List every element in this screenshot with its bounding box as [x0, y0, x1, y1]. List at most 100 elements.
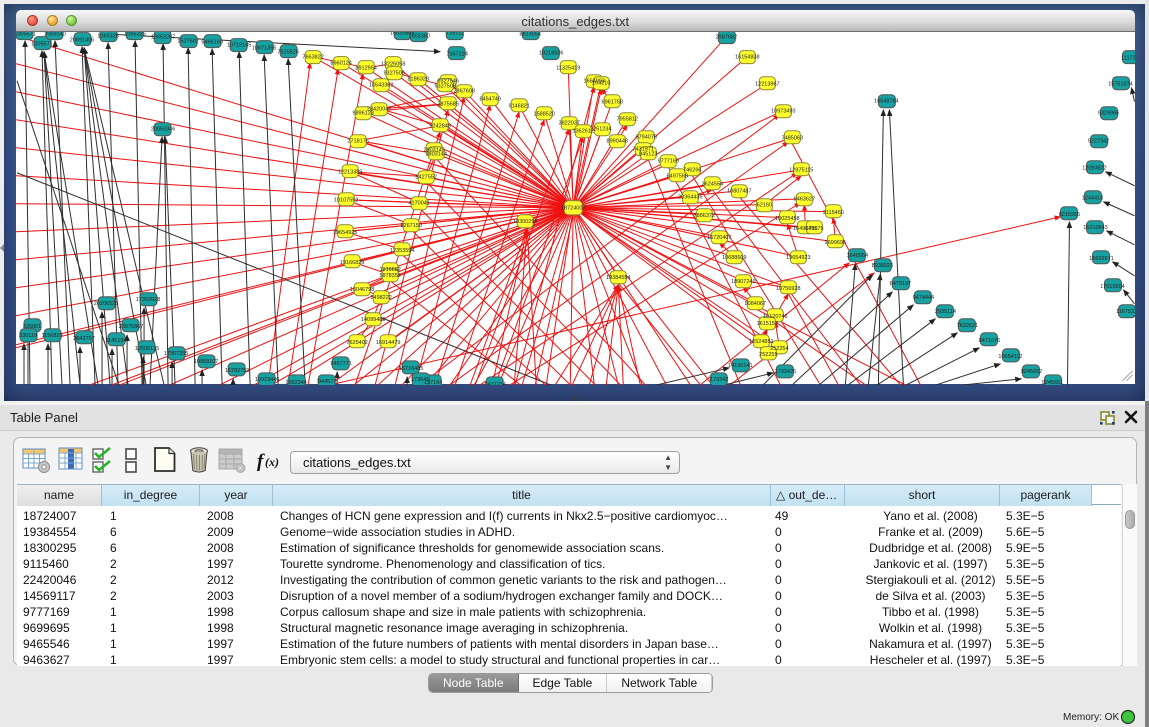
svg-text:12975115: 12975115	[789, 167, 813, 173]
svg-text:20364436: 20364436	[678, 194, 702, 200]
svg-text:7515526: 7515526	[277, 49, 298, 55]
svg-text:10120746: 10120746	[763, 313, 787, 319]
svg-text:10653267: 10653267	[151, 34, 175, 40]
svg-text:1092344: 1092344	[285, 379, 306, 384]
svg-text:3875685: 3875685	[437, 101, 458, 107]
svg-text:9457771: 9457771	[330, 360, 351, 366]
svg-text:10807487: 10807487	[727, 188, 751, 194]
svg-text:16782759: 16782759	[225, 367, 249, 373]
svg-text:1527602: 1527602	[177, 38, 198, 44]
svg-text:8454749: 8454749	[480, 96, 501, 102]
svg-text:3624554: 3624554	[702, 181, 723, 187]
svg-text:1156829: 1156829	[42, 332, 63, 338]
svg-text:944577: 944577	[318, 378, 336, 384]
svg-text:8990448: 8990448	[607, 138, 628, 144]
svg-text:14099489: 14099489	[361, 316, 385, 322]
svg-text:173342: 173342	[710, 376, 728, 382]
svg-text:6794078: 6794078	[636, 134, 657, 140]
svg-text:104210: 104210	[592, 80, 610, 86]
svg-text:17016504: 17016504	[1100, 283, 1124, 289]
svg-text:20691406: 20691406	[70, 37, 94, 43]
svg-text:17957255: 17957255	[164, 350, 188, 356]
svg-text:18724007: 18724007	[561, 205, 585, 211]
svg-text:1733426: 1733426	[775, 368, 796, 374]
svg-text:735722: 735722	[446, 32, 464, 37]
svg-text:1167533: 1167533	[1116, 308, 1135, 314]
svg-text:15720407: 15720407	[707, 234, 731, 240]
svg-text:10025458: 10025458	[775, 215, 799, 221]
svg-text:16543362: 16543362	[369, 82, 393, 88]
svg-text:9245652: 9245652	[1021, 368, 1042, 374]
svg-text:1362612: 1362612	[573, 128, 594, 134]
svg-text:9777169: 9777169	[658, 158, 679, 164]
svg-text:1065326: 1065326	[97, 33, 118, 39]
svg-text:12093822: 12093822	[1082, 165, 1106, 171]
svg-text:12353594: 12353594	[390, 247, 414, 253]
svg-text:1244413: 1244413	[1082, 195, 1103, 201]
svg-text:10923446: 10923446	[255, 376, 279, 382]
svg-text:10107552: 10107552	[334, 197, 358, 203]
svg-text:8267150: 8267150	[400, 222, 421, 228]
svg-text:9227342: 9227342	[1088, 138, 1109, 144]
svg-text:2867608: 2867608	[453, 88, 474, 94]
svg-text:7886372: 7886372	[694, 212, 715, 218]
svg-text:19218506: 19218506	[539, 50, 563, 56]
svg-text:8186328: 8186328	[407, 76, 428, 82]
svg-text:62160: 62160	[757, 202, 772, 208]
svg-text:1005571: 1005571	[16, 32, 36, 38]
svg-text:10973493: 10973493	[771, 108, 795, 114]
svg-text:13226058: 13226058	[381, 61, 405, 67]
svg-text:9896123: 9896123	[352, 110, 373, 116]
svg-text:8215955: 8215955	[1059, 211, 1080, 217]
svg-text:8427552: 8427552	[415, 174, 436, 180]
svg-text:15692971: 15692971	[1089, 255, 1113, 261]
svg-text:19654923: 19654923	[786, 254, 810, 260]
svg-text:11325419: 11325419	[556, 65, 580, 71]
svg-text:7663822: 7663822	[302, 54, 323, 60]
svg-text:f: f	[257, 451, 265, 472]
svg-text:15751074: 15751074	[1108, 81, 1132, 87]
svg-text:6961758: 6961758	[602, 99, 623, 105]
svg-text:14136141: 14136141	[728, 362, 752, 368]
svg-text:9699695: 9699695	[825, 239, 846, 245]
svg-text:9463627: 9463627	[794, 196, 815, 202]
svg-text:1065326: 1065326	[124, 32, 145, 38]
svg-text:8938923: 8938923	[872, 262, 893, 268]
svg-text:19384554: 19384554	[606, 274, 630, 280]
svg-text:7357224: 7357224	[446, 51, 467, 57]
svg-text:1005571: 1005571	[31, 41, 52, 47]
svg-text:9115460: 9115460	[823, 209, 844, 215]
svg-text:16046798: 16046798	[350, 286, 374, 292]
svg-text:9329966: 9329966	[1098, 110, 1119, 116]
svg-text:173645: 173645	[411, 376, 429, 382]
svg-text:1640954: 1640954	[847, 252, 868, 258]
svg-text:(x): (x)	[265, 455, 279, 469]
svg-text:2718176: 2718176	[347, 138, 368, 144]
svg-text:16648784: 16648784	[874, 98, 898, 104]
svg-text:16210643: 16210643	[1083, 224, 1107, 230]
svg-text:2069140: 2069140	[44, 32, 65, 38]
svg-text:10756928: 10756928	[776, 285, 800, 291]
svg-text:10671355: 10671355	[252, 45, 276, 51]
svg-text:10654112: 10654112	[998, 353, 1022, 359]
svg-text:8471676: 8471676	[979, 337, 1000, 343]
svg-text:6466160: 6466160	[201, 39, 222, 45]
svg-text:8660124: 8660124	[330, 60, 351, 66]
svg-text:845123: 845123	[639, 151, 657, 157]
svg-text:9327506: 9327506	[383, 70, 404, 76]
svg-text:8813054: 8813054	[520, 32, 541, 38]
svg-text:9146821: 9146821	[509, 103, 530, 109]
svg-text:9242848: 9242848	[429, 123, 450, 129]
svg-text:7632621: 7632621	[957, 322, 978, 328]
svg-text:1603380: 1603380	[408, 33, 429, 39]
svg-text:20206526: 20206526	[94, 300, 118, 306]
svg-text:1615152: 1615152	[757, 320, 778, 326]
svg-text:8912954: 8912954	[355, 65, 376, 71]
svg-text:7955812: 7955812	[617, 116, 638, 122]
svg-text:17359928: 17359928	[136, 296, 160, 302]
svg-text:7485063: 7485063	[782, 135, 803, 141]
svg-text:16524851: 16524851	[749, 338, 773, 344]
svg-text:16914479: 16914479	[376, 339, 400, 345]
svg-text:2803144: 2803144	[425, 151, 446, 157]
svg-text:252255: 252255	[759, 351, 777, 357]
